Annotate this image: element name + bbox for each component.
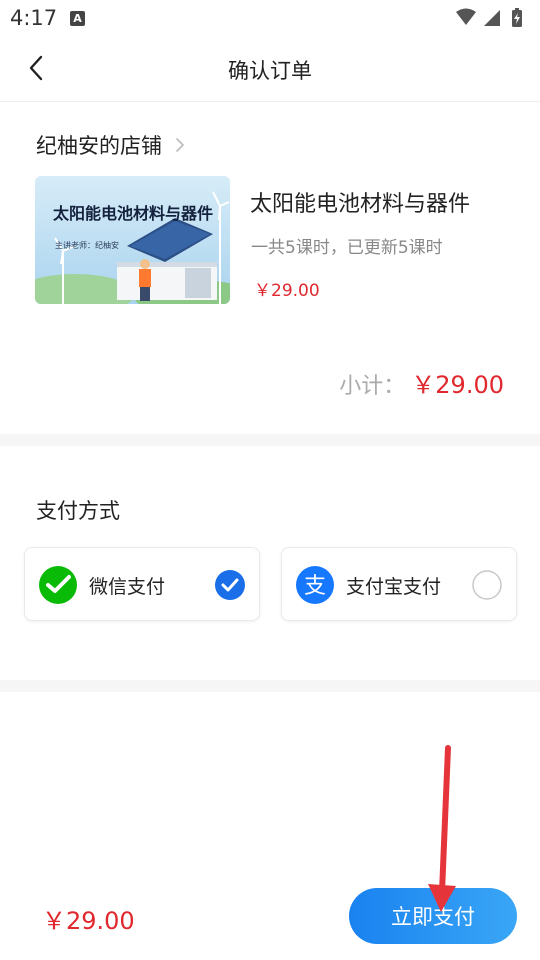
payment-option-alipay[interactable]: 支 支付宝支付 (281, 547, 517, 621)
alipay-icon: 支 (296, 566, 334, 604)
payment-option-wechat[interactable]: 微信支付 (24, 547, 260, 621)
pay-now-button[interactable]: 立即支付 (349, 888, 517, 944)
wifi-icon (456, 8, 476, 25)
thumbnail-teacher: 主讲老师：纪柚安 (55, 241, 119, 250)
subtotal-label: 小计： (339, 374, 406, 399)
footer-total-price: ￥29.00 (42, 907, 135, 935)
section-divider (0, 434, 540, 446)
payment-option-label: 支付宝支付 (346, 576, 442, 598)
signal-icon (484, 10, 500, 26)
notification-icon: A (70, 11, 85, 26)
thumbnail-title: 太阳能电池材料与器件 (53, 204, 214, 223)
unchecked-radio-icon[interactable] (472, 570, 502, 600)
subtotal: 小计： ￥29.00 (339, 365, 504, 400)
payment-option-label: 微信支付 (89, 576, 166, 598)
wechat-pay-icon (39, 566, 77, 604)
page-title: 确认订单 (228, 59, 312, 83)
status-icons (456, 8, 522, 27)
navigation-bar: 确认订单 (0, 36, 540, 102)
battery-icon (512, 8, 522, 27)
course-thumbnail[interactable]: 太阳能电池材料与器件 主讲老师：纪柚安 (35, 176, 230, 304)
svg-text:支: 支 (304, 574, 326, 599)
course-price: ￥29.00 (254, 281, 320, 301)
course-title: 太阳能电池材料与器件 (250, 192, 471, 217)
status-bar: 4:17 A (0, 0, 540, 36)
chevron-right-icon (174, 136, 186, 154)
subtotal-value: ￥29.00 (411, 371, 504, 399)
shop-link[interactable]: 纪柚安的店铺 (36, 130, 186, 160)
shop-name: 纪柚安的店铺 (36, 134, 162, 158)
status-time: 4:17 (10, 6, 58, 30)
course-lesson-count: 一共5课时，已更新5课时 (251, 238, 443, 258)
checked-icon[interactable] (215, 570, 245, 600)
payment-method-heading: 支付方式 (36, 499, 120, 523)
section-divider (0, 680, 540, 692)
